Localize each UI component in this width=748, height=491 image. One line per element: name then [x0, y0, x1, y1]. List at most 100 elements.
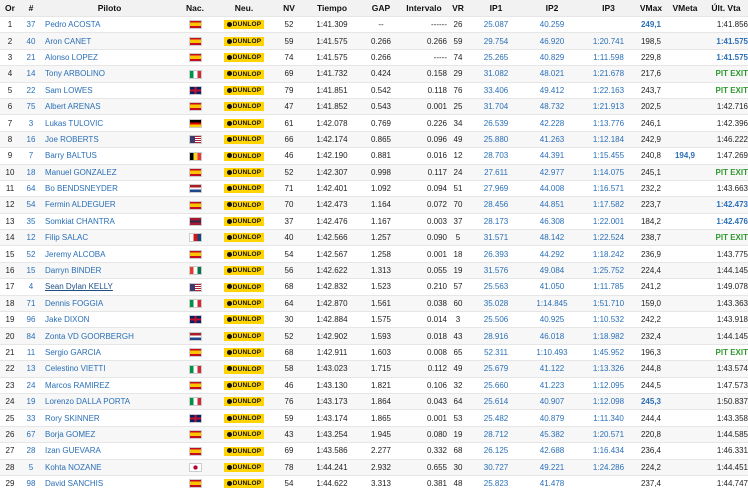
cell-rider-link[interactable]: Alonso LOPEZ	[42, 48, 177, 66]
table-row[interactable]: 2 40 Aron CANET DUNLOP 59 1:41.575 0.266 0.266 5…	[0, 32, 748, 50]
table-row[interactable]: 25 33 Rory SKINNER DUNLOP 59 1:43.174 1.865 0.0…	[0, 409, 748, 427]
table-row[interactable]: 15 52 Jeremy ALCOBA DUNLOP 54 1:42.567 1.258 0.…	[0, 245, 748, 263]
col-header-vmax[interactable]: VMax	[636, 0, 666, 17]
cell-rider-link[interactable]: Manuel GONZALEZ	[42, 163, 177, 181]
cell-laps: 68	[275, 278, 303, 296]
table-row[interactable]: 29 98 David SANCHIS DUNLOP 54 1:44.622 3.313 0.…	[0, 474, 748, 491]
cell-vmeta	[666, 179, 704, 197]
cell-rider-link[interactable]: Zonta VD GOORBERGH	[42, 327, 177, 345]
table-row[interactable]: 12 54 Fermin ALDEGUER DUNLOP 70 1:42.473 1.164…	[0, 196, 748, 214]
cell-time: 1:43.023	[303, 360, 361, 378]
dunlop-logo: DUNLOP	[224, 282, 264, 292]
col-header-ip2[interactable]: IP2	[523, 0, 581, 17]
table-row[interactable]: 16 15 Darryn BINDER DUNLOP 56 1:42.622 1.313 0.…	[0, 261, 748, 279]
cell-rider-link[interactable]: Rory SKINNER	[42, 409, 177, 427]
cell-time: 1:42.476	[303, 212, 361, 230]
table-row[interactable]: 14 12 Filip SALAC DUNLOP 40 1:42.566 1.257 0.09…	[0, 229, 748, 246]
cell-pos: 20	[0, 327, 20, 345]
cell-rider-link[interactable]: Izan GUEVARA	[42, 442, 177, 460]
cell-last: PIT EXIT	[704, 65, 748, 83]
cell-rider-link[interactable]: Sean Dylan KELLY	[42, 278, 177, 296]
cell-vmeta	[666, 245, 704, 263]
cell-rider-link[interactable]: Barry BALTUS	[42, 147, 177, 165]
cell-num: 12	[20, 229, 42, 246]
cell-rider-link[interactable]: Tony ARBOLINO	[42, 65, 177, 83]
table-row[interactable]: 3 21 Alonso LOPEZ DUNLOP 74 1:41.575 0.266 ----…	[0, 48, 748, 66]
cell-rider-link[interactable]: Sam LOWES	[42, 81, 177, 99]
table-row[interactable]: 9 7 Barry BALTUS DUNLOP 46 1:42.190 0.881 0.016…	[0, 147, 748, 165]
cell-rider-link[interactable]: Sergio GARCIA	[42, 343, 177, 361]
cell-rider-link[interactable]: Kohta NOZANE	[42, 458, 177, 476]
table-row[interactable]: 22 13 Celestino VIETTI DUNLOP 58 1:43.023 1.71…	[0, 360, 748, 378]
cell-rider-link[interactable]: Dennis FOGGIA	[42, 294, 177, 312]
cell-last: 1:44.747	[704, 474, 748, 491]
cell-rider-link[interactable]: Jake DIXON	[42, 311, 177, 328]
cell-time: 1:44.241	[303, 458, 361, 476]
cell-rider-link[interactable]: Pedro ACOSTA	[42, 15, 177, 33]
cell-rider-link[interactable]: Celestino VIETTI	[42, 360, 177, 378]
cell-interval: 0.655	[401, 458, 447, 476]
cell-rider-link[interactable]: Joe ROBERTS	[42, 130, 177, 148]
table-row[interactable]: 11 64 Bo BENDSNEYDER DUNLOP 71 1:42.401 1.092 0…	[0, 179, 748, 197]
col-header-ip1[interactable]: IP1	[469, 0, 523, 17]
table-row[interactable]: 4 14 Tony ARBOLINO DUNLOP 69 1:41.732 0.424 0.1…	[0, 65, 748, 83]
table-row[interactable]: 1 37 Pedro ACOSTA DUNLOP 52 1:41.309 -- ------ 2…	[0, 15, 748, 33]
table-row[interactable]: 23 24 Marcos RAMIREZ DUNLOP 46 1:43.130 1.821 0…	[0, 376, 748, 394]
cell-vr: 49	[447, 130, 469, 148]
col-header-gap[interactable]: GAP	[361, 0, 401, 17]
cell-tyre: DUNLOP	[213, 163, 275, 181]
col-header-rider[interactable]: Piloto	[42, 0, 177, 17]
cell-vmax: 217,6	[636, 65, 666, 83]
dunlop-logo: DUNLOP	[224, 102, 264, 112]
cell-rider-link[interactable]: David SANCHIS	[42, 474, 177, 491]
table-row[interactable]: 6 75 Albert ARENAS DUNLOP 47 1:41.852 0.543 0.0…	[0, 97, 748, 115]
cell-time: 1:42.870	[303, 294, 361, 312]
col-header-vr[interactable]: VR	[447, 0, 469, 17]
table-row[interactable]: 27 28 Izan GUEVARA DUNLOP 69 1:43.586 2.277 0.3…	[0, 442, 748, 460]
cell-rider-link[interactable]: Borja GOMEZ	[42, 425, 177, 443]
table-row[interactable]: 13 35 Somkiat CHANTRA DUNLOP 37 1:42.476 1.167…	[0, 212, 748, 230]
cell-nation	[177, 327, 213, 345]
table-row[interactable]: 8 16 Joe ROBERTS DUNLOP 66 1:42.174 0.865 0.096…	[0, 130, 748, 148]
cell-rider-link[interactable]: Bo BENDSNEYDER	[42, 179, 177, 197]
cell-rider-link[interactable]: Lukas TULOVIC	[42, 114, 177, 132]
table-row[interactable]: 7 3 Lukas TULOVIC DUNLOP 61 1:42.078 0.769 0.22…	[0, 114, 748, 132]
cell-rider-link[interactable]: Lorenzo DALLA PORTA	[42, 392, 177, 410]
col-header-num[interactable]: #	[20, 0, 42, 17]
col-header-nation[interactable]: Nac.	[177, 0, 213, 17]
cell-rider-link[interactable]: Filip SALAC	[42, 229, 177, 246]
table-row[interactable]: 5 22 Sam LOWES DUNLOP 79 1:41.851 0.542 0.118 76…	[0, 81, 748, 99]
cell-num: 15	[20, 261, 42, 279]
cell-rider-link[interactable]: Fermin ALDEGUER	[42, 196, 177, 214]
col-header-tyre[interactable]: Neu.	[213, 0, 275, 17]
table-row[interactable]: 20 84 Zonta VD GOORBERGH DUNLOP 52 1:42.902 1.…	[0, 327, 748, 345]
col-header-ip3[interactable]: IP3	[581, 0, 636, 17]
cell-ip2: 45.382	[523, 425, 581, 443]
table-row[interactable]: 10 18 Manuel GONZALEZ DUNLOP 52 1:42.307 0.998…	[0, 163, 748, 181]
col-header-time[interactable]: Tiempo	[303, 0, 361, 17]
table-row[interactable]: 18 71 Dennis FOGGIA DUNLOP 64 1:42.870 1.561 0.…	[0, 294, 748, 312]
cell-rider-link[interactable]: Albert ARENAS	[42, 97, 177, 115]
table-row[interactable]: 24 19 Lorenzo DALLA PORTA DUNLOP 76 1:43.173 1…	[0, 392, 748, 410]
col-header-vmeta[interactable]: VMeta	[666, 0, 704, 17]
cell-interval: -----	[401, 48, 447, 66]
cell-vmeta	[666, 458, 704, 476]
col-header-last[interactable]: Últ. Vta	[704, 0, 748, 17]
header-row: Or # Piloto Nac. Neu. NV Tiempo GAP Inte…	[0, 0, 748, 17]
cell-rider-link[interactable]: Marcos RAMIREZ	[42, 376, 177, 394]
col-header-laps[interactable]: NV	[275, 0, 303, 17]
table-row[interactable]: 26 67 Borja GOMEZ DUNLOP 43 1:43.254 1.945 0.08…	[0, 425, 748, 443]
col-header-pos[interactable]: Or	[0, 0, 20, 17]
col-header-interval[interactable]: Intervalo	[401, 0, 447, 17]
cell-rider-link[interactable]: Somkiat CHANTRA	[42, 212, 177, 230]
cell-tyre: DUNLOP	[213, 278, 275, 296]
cell-laps: 58	[275, 360, 303, 378]
table-row[interactable]: 19 96 Jake DIXON DUNLOP 30 1:42.884 1.575 0.014…	[0, 311, 748, 328]
table-row[interactable]: 21 11 Sergio GARCIA DUNLOP 68 1:42.911 1.603 0.…	[0, 343, 748, 361]
cell-ip1: 25.087	[469, 15, 523, 33]
cell-rider-link[interactable]: Jeremy ALCOBA	[42, 245, 177, 263]
cell-rider-link[interactable]: Aron CANET	[42, 32, 177, 50]
table-row[interactable]: 28 5 Kohta NOZANE DUNLOP 78 1:44.241 2.932 0.65…	[0, 458, 748, 476]
table-row[interactable]: 17 4 Sean Dylan KELLY DUNLOP 68 1:42.832 1.523…	[0, 278, 748, 296]
cell-rider-link[interactable]: Darryn BINDER	[42, 261, 177, 279]
